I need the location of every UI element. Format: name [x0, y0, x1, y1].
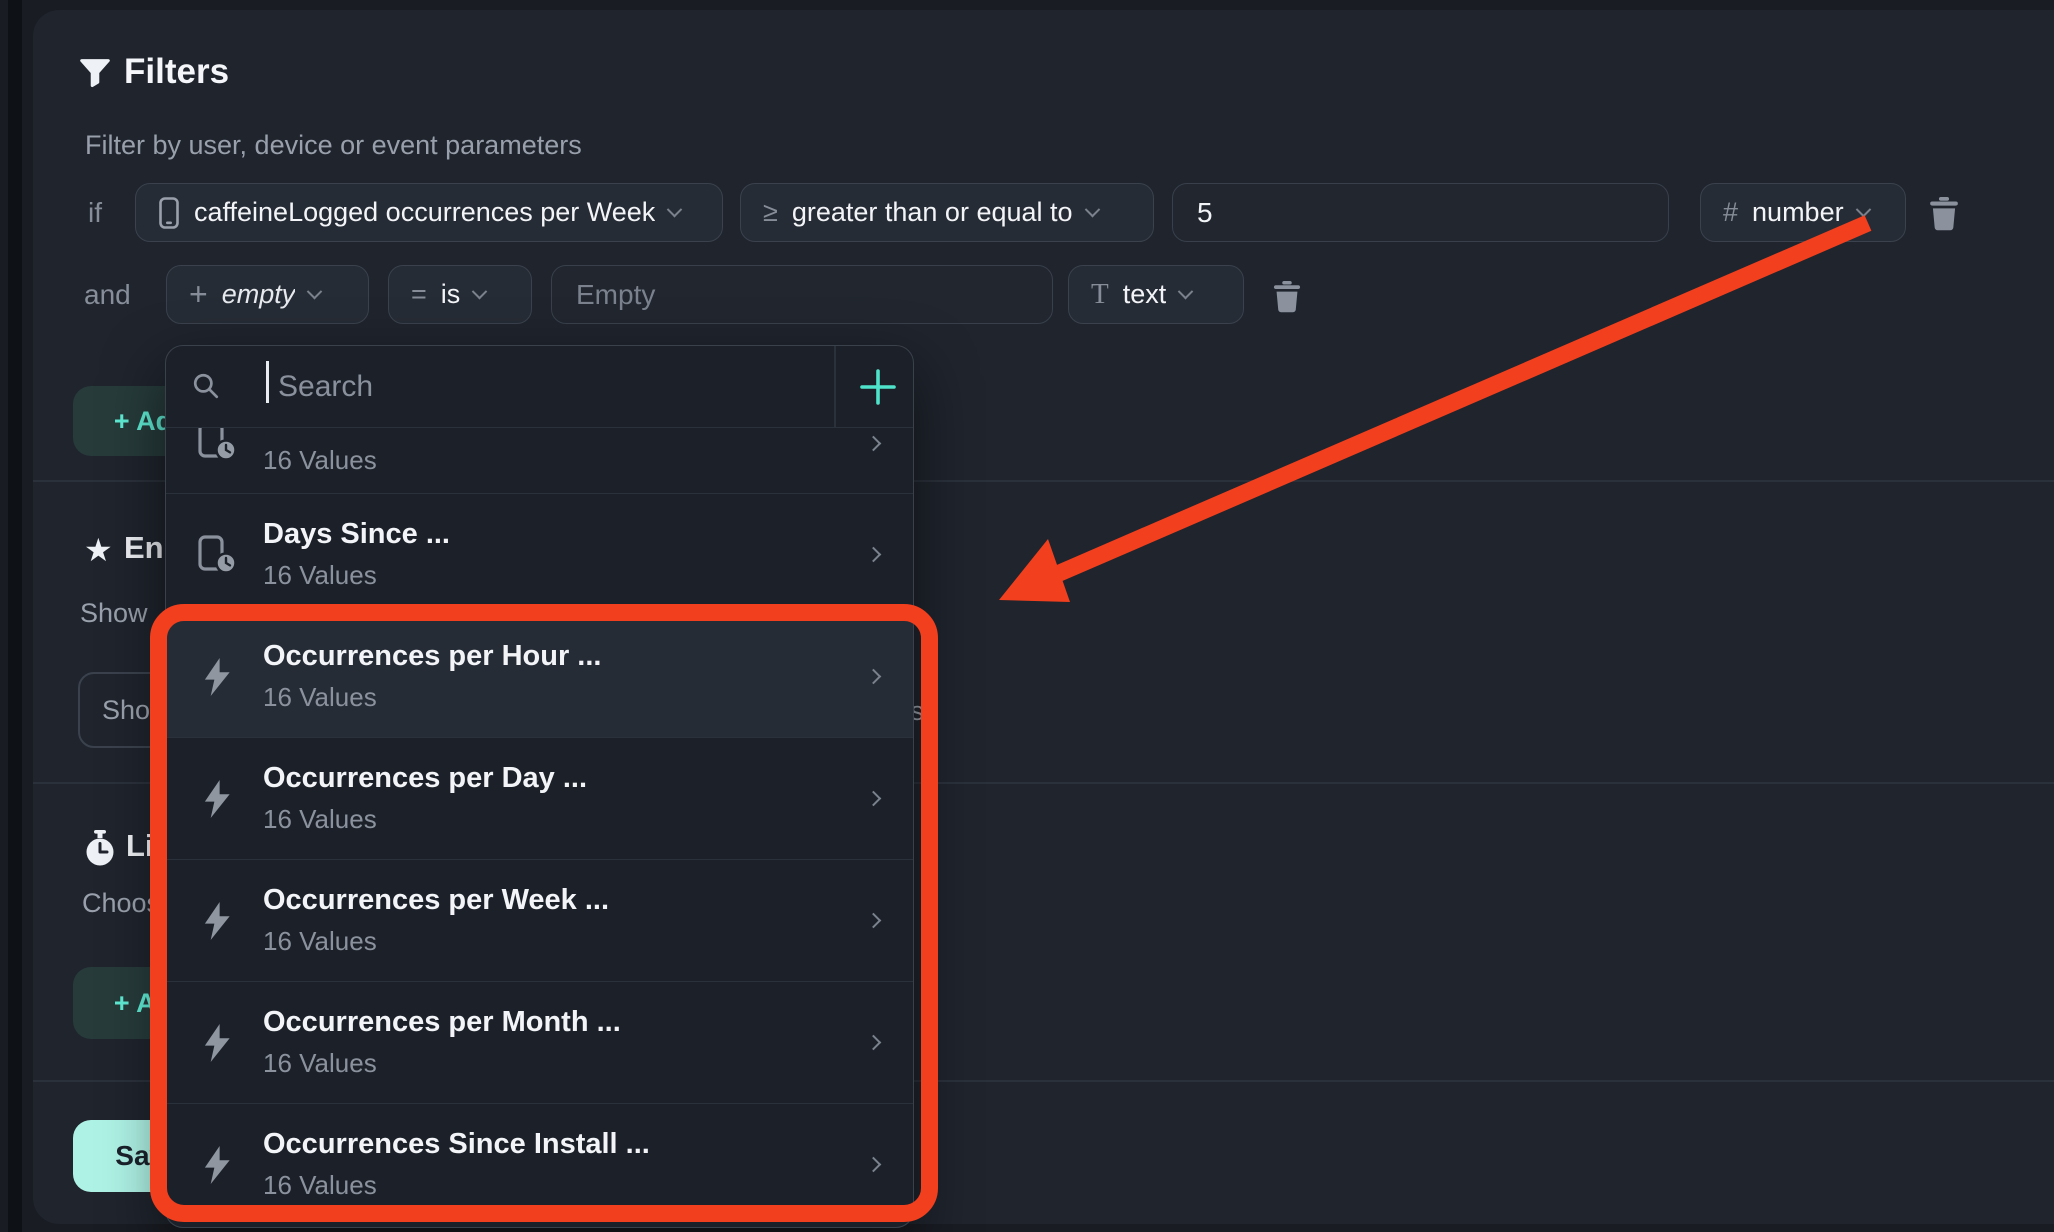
lightning-icon	[194, 657, 240, 697]
device-clock-icon	[194, 428, 240, 463]
list-item-subtitle: 16 Values	[263, 560, 450, 591]
plus-icon: +	[189, 276, 208, 313]
chevron-right-icon	[868, 793, 879, 804]
list-item-subtitle: 16 Values	[263, 804, 587, 835]
list-item-title: Occurrences per Day ...	[263, 762, 587, 795]
text-type-icon: T	[1091, 278, 1109, 311]
star-icon: ★	[84, 534, 113, 566]
value-input[interactable]	[1172, 183, 1669, 242]
gte-icon: ≥	[763, 197, 778, 228]
page-title: Filters	[124, 52, 229, 92]
stopwatch-icon	[84, 830, 116, 873]
chevron-down-icon	[1084, 202, 1100, 218]
smartphone-icon	[158, 196, 180, 230]
chevron-right-icon	[868, 1159, 879, 1170]
search-icon	[192, 372, 220, 405]
device-clock-icon	[194, 534, 240, 576]
value-input-empty[interactable]	[551, 265, 1053, 324]
list-item[interactable]: 16 Values	[166, 428, 913, 493]
list-item-occurrences-per-week[interactable]: Occurrences per Week ... 16 Values	[166, 859, 913, 981]
type-select-label: text	[1123, 279, 1167, 310]
lightning-icon	[194, 1145, 240, 1185]
hash-icon: #	[1723, 197, 1738, 228]
list-item-occurrences-per-day[interactable]: Occurrences per Day ... 16 Values	[166, 737, 913, 859]
type-select-text[interactable]: T text	[1068, 265, 1244, 324]
field-select-label: caffeineLogged occurrences per Week	[194, 197, 655, 228]
list-item-subtitle: 16 Values	[263, 1170, 650, 1201]
lightning-icon	[194, 779, 240, 819]
choose-description-text: Choos	[82, 888, 160, 919]
dropdown-search-bar	[166, 346, 913, 428]
chevron-right-icon	[868, 549, 879, 560]
operator-select[interactable]: ≥ greater than or equal to	[740, 183, 1154, 242]
limit-heading: Li	[126, 828, 154, 864]
chevron-down-icon	[472, 284, 488, 300]
list-item-subtitle: 16 Values	[263, 1048, 621, 1079]
list-item-subtitle: 16 Values	[263, 445, 377, 476]
type-select-label: number	[1752, 197, 1844, 228]
chevron-right-icon	[868, 915, 879, 926]
chevron-right-icon	[868, 1037, 879, 1048]
field-select-empty[interactable]: + empty	[166, 265, 369, 324]
chevron-right-icon	[868, 438, 879, 449]
show-description-text: Show	[80, 598, 148, 629]
page-subtitle: Filter by user, device or event paramete…	[85, 130, 582, 161]
chevron-down-icon	[307, 284, 323, 300]
connector-if: if	[88, 183, 102, 242]
equals-icon: =	[411, 279, 427, 310]
list-item-occurrences-per-hour[interactable]: Occurrences per Hour ... 16 Values	[166, 615, 913, 737]
connector-and: and	[84, 265, 131, 325]
text-cursor	[266, 361, 269, 403]
operator-select-is[interactable]: = is	[388, 265, 532, 324]
enrichments-heading: En	[124, 530, 164, 566]
list-item-subtitle: 16 Values	[263, 682, 601, 713]
delete-filter-button[interactable]	[1272, 281, 1302, 313]
search-input[interactable]	[276, 346, 826, 427]
type-select-number[interactable]: # number	[1700, 183, 1906, 242]
chevron-down-icon	[667, 202, 683, 218]
list-item-title: Occurrences per Hour ...	[263, 640, 601, 673]
delete-filter-button[interactable]	[1928, 197, 1960, 231]
list-item-title: Occurrences per Week ...	[263, 884, 609, 917]
operator-select-label: greater than or equal to	[792, 197, 1073, 228]
list-item-title: Days Since ...	[263, 518, 450, 551]
filters-screen: Filters Filter by user, device or event …	[0, 0, 2054, 1232]
add-attribute-button[interactable]	[842, 346, 914, 427]
list-item-subtitle: 16 Values	[263, 926, 609, 957]
list-item-title: Occurrences per Month ...	[263, 1006, 621, 1039]
chevron-down-icon	[1178, 284, 1194, 300]
chevron-down-icon	[1855, 202, 1871, 218]
field-select-label: empty	[222, 279, 296, 310]
page-edge-strip	[8, 0, 22, 1232]
list-item-title: Occurrences Since Install ...	[263, 1128, 650, 1161]
list-item-occurrences-since-install[interactable]: Occurrences Since Install ... 16 Values	[166, 1103, 913, 1225]
chevron-right-icon	[868, 671, 879, 682]
lightning-icon	[194, 901, 240, 941]
list-item-occurrences-per-month[interactable]: Occurrences per Month ... 16 Values	[166, 981, 913, 1103]
lightning-icon	[194, 1023, 240, 1063]
filter-funnel-icon	[80, 58, 110, 93]
list-item-days-since[interactable]: Days Since ... 16 Values	[166, 493, 913, 615]
field-select[interactable]: caffeineLogged occurrences per Week	[135, 183, 723, 242]
attribute-dropdown-panel: 16 Values Days Since ... 16 Values Occur…	[165, 345, 914, 1228]
operator-select-label: is	[441, 279, 461, 310]
search-divider	[834, 346, 836, 427]
